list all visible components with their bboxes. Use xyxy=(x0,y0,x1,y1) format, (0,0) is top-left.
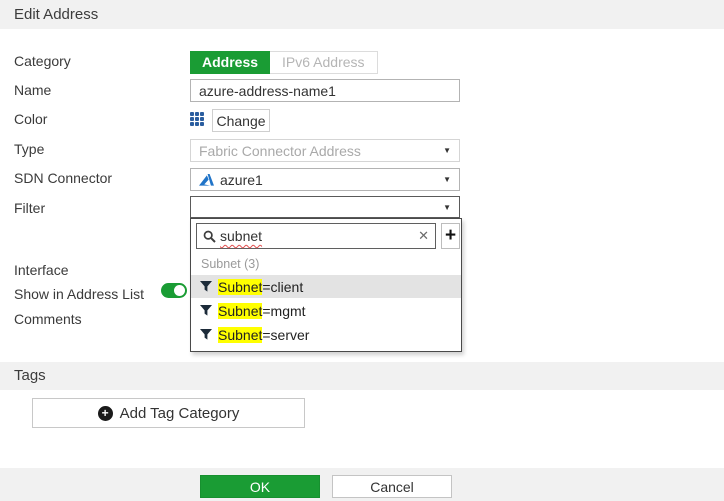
filter-option-rest: =client xyxy=(262,278,304,295)
funnel-icon xyxy=(200,304,212,316)
tags-section-title: Tags xyxy=(0,362,724,390)
edit-address-dialog: Edit Address Category Name Color Type SD… xyxy=(0,0,724,501)
category-label: Category xyxy=(14,53,71,69)
chevron-down-icon: ▼ xyxy=(443,202,451,212)
filter-option-rest: =mgmt xyxy=(262,302,306,319)
category-segmented-control: Address IPv6 Address xyxy=(190,51,378,74)
type-select: Fabric Connector Address ▼ xyxy=(190,139,460,162)
add-tag-category-button[interactable]: + Add Tag Category xyxy=(32,398,305,428)
sdn-connector-label: SDN Connector xyxy=(14,170,113,186)
chevron-down-icon: ▼ xyxy=(443,146,451,155)
search-icon xyxy=(203,230,216,243)
add-tag-category-label: Add Tag Category xyxy=(119,404,240,422)
name-label: Name xyxy=(14,82,52,98)
show-in-address-list-toggle[interactable] xyxy=(161,283,187,298)
filter-option-rest: =server xyxy=(262,326,310,343)
color-change-button[interactable]: Change xyxy=(212,109,270,132)
azure-logo-icon xyxy=(199,173,214,186)
cancel-button[interactable]: Cancel xyxy=(332,475,452,498)
sdn-connector-select[interactable]: azure1 ▼ xyxy=(190,168,460,191)
circle-plus-icon: + xyxy=(97,405,113,421)
type-label: Type xyxy=(14,141,45,157)
comments-label: Comments xyxy=(14,311,82,327)
filter-select[interactable]: ▼ xyxy=(190,196,460,218)
interface-label: Interface xyxy=(14,262,69,278)
color-label: Color xyxy=(14,111,48,127)
funnel-icon xyxy=(200,328,212,340)
category-option-address[interactable]: Address xyxy=(190,51,271,74)
filter-option-highlight: Subnet xyxy=(218,326,263,343)
sdn-connector-value: azure1 xyxy=(220,171,263,188)
ok-button[interactable]: OK xyxy=(200,475,320,498)
color-swatch-icon xyxy=(190,112,206,128)
filter-search-box[interactable]: subnet ✕ xyxy=(196,223,436,249)
funnel-icon xyxy=(200,280,212,292)
filter-label: Filter xyxy=(14,200,46,216)
filter-option-subnet-mgmt[interactable]: Subnet =mgmt xyxy=(191,299,461,322)
filter-option-highlight: Subnet xyxy=(218,302,263,319)
toggle-knob xyxy=(174,285,185,296)
category-option-ipv6-address[interactable]: IPv6 Address xyxy=(270,51,378,74)
page-title: Edit Address xyxy=(0,0,724,29)
show-in-address-list-label: Show in Address List xyxy=(14,286,144,302)
type-select-value: Fabric Connector Address xyxy=(199,142,361,159)
filter-option-subnet-server[interactable]: Subnet =server xyxy=(191,323,461,346)
filter-search-input[interactable]: subnet xyxy=(220,228,262,244)
clear-search-icon[interactable]: ✕ xyxy=(418,228,429,244)
filter-group-header: Subnet (3) xyxy=(201,257,260,271)
name-input[interactable] xyxy=(190,79,460,102)
filter-option-subnet-client[interactable]: Subnet =client xyxy=(191,275,461,298)
chevron-down-icon: ▼ xyxy=(443,175,451,184)
add-filter-button[interactable]: + xyxy=(441,223,460,249)
filter-dropdown-panel: subnet ✕ + Subnet (3) Subnet =client Subn… xyxy=(190,218,462,352)
filter-option-highlight: Subnet xyxy=(218,278,263,295)
